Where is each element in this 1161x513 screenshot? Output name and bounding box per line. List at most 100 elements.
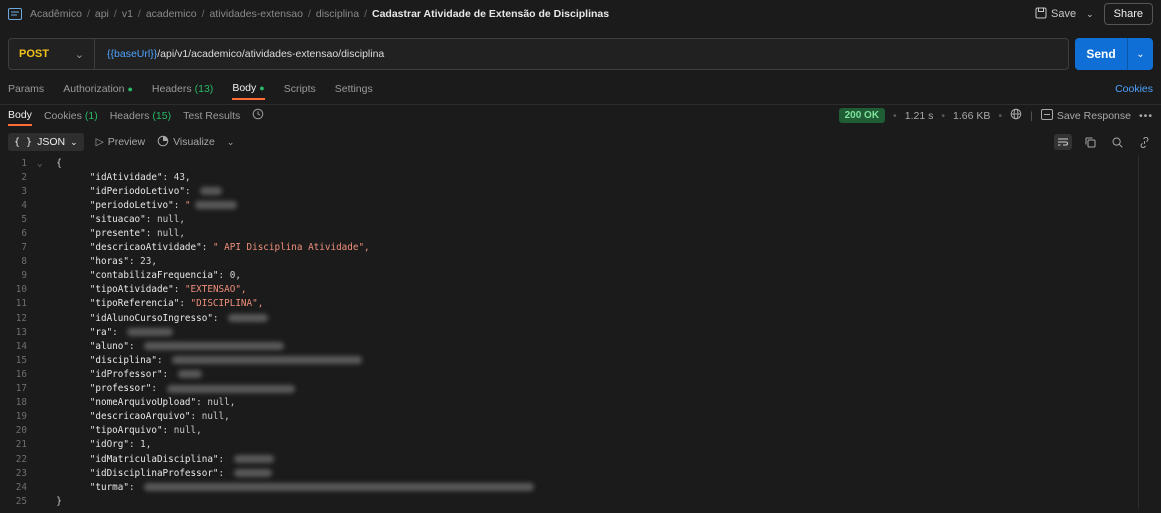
code-text: "idMatriculaDisciplina": — [89, 453, 230, 465]
request-header: Acadêmico / api / v1/ academico / atividade… — [0, 0, 1161, 28]
editor-scrollbar[interactable] — [1138, 156, 1139, 508]
tab-headers[interactable]: Headers (13) — [152, 78, 213, 100]
globe-network-icon[interactable] — [1010, 108, 1022, 123]
json-value: null, — [156, 228, 185, 240]
tab-body[interactable]: Body ● — [232, 78, 265, 100]
json-value: " API Disciplina Atividade", — [212, 242, 370, 254]
json-value: 23, — [140, 256, 157, 268]
response-tab-headers[interactable]: Headers (15) — [110, 106, 171, 126]
line-number: 25 — [15, 495, 27, 507]
code-line: 19 "descricaoArquivo": null, — [0, 410, 1161, 424]
line-number: 3 — [21, 185, 27, 197]
url-input[interactable]: {{baseUrl}}/api/v1/academico/atividades-… — [95, 48, 384, 60]
line-number: 13 — [15, 326, 27, 338]
redacted-value — [233, 469, 272, 478]
share-button[interactable]: Share — [1103, 3, 1153, 25]
json-braces-icon: { } — [14, 136, 33, 148]
json-value: 0, — [229, 270, 241, 282]
code-line: 20 "tipoArquivo": null, — [0, 424, 1161, 438]
line-number: 10 — [15, 284, 27, 296]
line-number: 18 — [15, 397, 27, 409]
response-tab-body[interactable]: Body — [8, 106, 32, 126]
json-key: "idMatriculaDisciplina" — [89, 453, 219, 465]
response-tabs: Body Cookies (1) Headers (15) Test Results… — [0, 104, 1161, 126]
more-options-icon[interactable]: ••• — [1139, 110, 1153, 122]
code-text: "tipoReferencia": "DISCIPLINA", — [89, 298, 264, 310]
fold-chevron-icon[interactable]: ⌄ — [37, 158, 45, 169]
response-tab-cookies[interactable]: Cookies (1) — [44, 106, 98, 126]
redacted-value — [228, 314, 269, 323]
tab-label: Authorization — [63, 83, 125, 95]
breadcrumb-item[interactable]: disciplina — [316, 8, 359, 20]
request-url-box: POST ⌄ {{baseUrl}}/api/v1/academico/ativ… — [8, 38, 1069, 70]
json-key: "horas" — [89, 256, 129, 268]
code-line: 25 } — [0, 494, 1161, 508]
redacted-value — [194, 201, 237, 210]
json-key: "idOrg" — [89, 439, 129, 451]
method-select[interactable]: POST ⌄ — [9, 39, 95, 69]
json-value: "EXTENSAO", — [184, 284, 247, 296]
code-text: "aluno": — [89, 340, 141, 352]
code-line: 8 "horas": 23, — [0, 255, 1161, 269]
json-value: " — [184, 199, 191, 211]
code-text: "idOrg": 1, — [89, 439, 152, 451]
redacted-value — [200, 187, 223, 196]
json-key: "disciplina" — [89, 354, 157, 366]
chevron-down-icon[interactable]: ⌄ — [1086, 9, 1094, 20]
chevron-down-icon[interactable]: ⌄ — [227, 137, 235, 148]
tab-scripts[interactable]: Scripts — [284, 78, 316, 100]
json-key: "idAtividade" — [89, 171, 163, 183]
save-icon — [1035, 7, 1047, 22]
code-text: "idProfessor": — [89, 368, 174, 380]
search-icon[interactable] — [1108, 134, 1126, 150]
tab-params[interactable]: Params — [8, 78, 44, 100]
json-value: "DISCIPLINA", — [190, 298, 264, 310]
status-badge[interactable]: 200 OK — [838, 108, 886, 123]
line-number: 7 — [21, 242, 27, 254]
json-key: "contabilizaFrequencia" — [89, 270, 219, 282]
base-url-variable[interactable]: {{baseUrl}} — [107, 48, 157, 60]
send-dropdown-button[interactable]: ⌄ — [1127, 38, 1153, 70]
copy-icon[interactable] — [1081, 134, 1099, 150]
breadcrumb-item[interactable]: api — [95, 8, 109, 20]
save-response-button[interactable]: Save Response — [1040, 108, 1131, 123]
line-number: 6 — [21, 228, 27, 240]
redacted-value — [166, 384, 295, 393]
visualize-button[interactable]: Visualize ⌄ — [157, 135, 234, 150]
response-time[interactable]: 1.21 s — [905, 110, 934, 122]
send-button[interactable]: Send — [1075, 38, 1127, 70]
tab-label: Headers — [109, 109, 150, 122]
headers-count: (15) — [152, 109, 172, 122]
json-key: "idAlunoCursoIngresso" — [89, 312, 213, 324]
redacted-value — [127, 328, 174, 337]
response-size[interactable]: 1.66 KB — [953, 110, 990, 122]
response-body-editor[interactable]: 1 ⌄ {2 "idAtividade": 43, 3 "idPeriodoLeti… — [0, 156, 1161, 508]
request-tabs: Params Authorization ● Headers (13) Body ● … — [0, 78, 1161, 100]
code-line: 9 "contabilizaFrequencia": 0, — [0, 269, 1161, 283]
code-text: "contabilizaFrequencia": 0, — [89, 270, 241, 282]
breadcrumb-item[interactable]: Acadêmico — [30, 8, 82, 20]
save-button[interactable]: Save ⌄ — [1035, 7, 1094, 22]
history-icon[interactable] — [252, 108, 264, 123]
link-icon[interactable] — [1135, 134, 1153, 150]
response-tab-test-results[interactable]: Test Results — [183, 106, 240, 126]
tab-label: Cookies — [43, 109, 82, 122]
breadcrumb-item[interactable]: atividades-extensao — [210, 8, 303, 20]
code-line: 22 "idMatriculaDisciplina": — [0, 452, 1161, 466]
preview-button[interactable]: ▷ Preview — [96, 136, 145, 148]
format-select[interactable]: { } JSON ⌄ — [8, 133, 84, 151]
json-key: "presente" — [89, 228, 146, 240]
breadcrumb-item[interactable]: v1 — [122, 8, 133, 20]
code-line: 2 "idAtividade": 43, — [0, 170, 1161, 184]
tab-settings[interactable]: Settings — [335, 78, 373, 100]
code-text: "idPeriodoLetivo": — [89, 185, 197, 197]
wrap-lines-icon[interactable] — [1054, 134, 1072, 150]
json-key: "tipoAtividade" — [89, 284, 174, 296]
code-text: "idDisciplinaProfessor": — [89, 467, 230, 479]
cookies-link[interactable]: Cookies — [1115, 78, 1153, 100]
request-title[interactable]: Cadastrar Atividade de Extensão de Disci… — [372, 8, 609, 20]
breadcrumb-item[interactable]: academico — [146, 8, 197, 20]
code-text: } — [56, 495, 62, 507]
json-value: null, — [207, 397, 236, 409]
tab-authorization[interactable]: Authorization ● — [63, 78, 133, 100]
